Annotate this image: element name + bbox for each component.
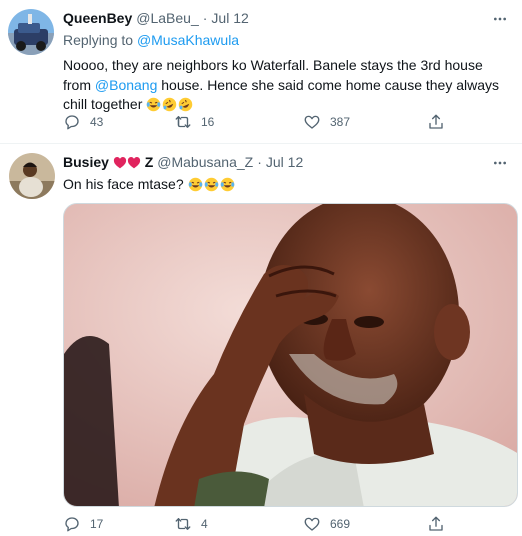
tweet-date[interactable]: Jul 12 xyxy=(266,153,303,172)
heart-icon xyxy=(304,115,320,129)
reply-count: 17 xyxy=(90,517,104,531)
like-count: 387 xyxy=(330,115,351,129)
face-with-tears-of-joy-emoji xyxy=(204,177,218,192)
red-heart-emoji xyxy=(113,156,126,169)
retweet-count: 16 xyxy=(201,115,215,129)
like-button[interactable]: 387 xyxy=(303,113,350,131)
reply-icon xyxy=(65,115,79,130)
tweet-content: QueenBey @LaBeu_ · Jul 12 Replying to @M… xyxy=(63,9,514,115)
share-button[interactable] xyxy=(427,113,454,131)
heart-icon xyxy=(304,517,320,531)
retweet-button[interactable]: 4 xyxy=(174,515,208,533)
man-with-hand-on-forehead-photo xyxy=(64,204,517,506)
tweet-actions: 17 4 669 xyxy=(63,515,453,535)
replying-to-label: Replying to xyxy=(63,32,134,48)
tweet-header: QueenBey @LaBeu_ · Jul 12 xyxy=(63,9,514,28)
tweet[interactable]: Busiey Z @Mabusana_Z · Jul 12 On his fac… xyxy=(0,145,522,536)
tweet-text-part: On his face mtase? xyxy=(63,176,184,192)
display-name-part: Busiey xyxy=(63,154,109,170)
tweet-actions: 43 16 387 xyxy=(63,113,453,133)
mention-link[interactable]: @Bonang xyxy=(95,77,157,93)
face-with-tears-of-joy-emoji xyxy=(220,177,234,192)
display-name[interactable]: QueenBey xyxy=(63,9,132,28)
reply-button[interactable]: 17 xyxy=(63,515,103,533)
tweet-content: Busiey Z @Mabusana_Z · Jul 12 On his fac… xyxy=(63,153,514,195)
display-name[interactable]: Busiey Z xyxy=(63,153,153,172)
retweet-icon xyxy=(175,116,191,128)
avatar[interactable] xyxy=(9,153,55,199)
tweet-date[interactable]: Jul 12 xyxy=(211,9,248,28)
share-button[interactable] xyxy=(427,515,454,533)
rolling-on-the-floor-laughing-emoji xyxy=(163,97,177,112)
face-with-tears-of-joy-emoji xyxy=(188,177,202,192)
reply-icon xyxy=(65,517,79,532)
avatar[interactable] xyxy=(8,9,54,55)
red-heart-emoji xyxy=(127,156,140,169)
separator-dot: · xyxy=(257,154,262,170)
replying-to-mention[interactable]: @MusaKhawula xyxy=(137,32,239,48)
display-name-part: Z xyxy=(144,154,154,170)
reply-count: 43 xyxy=(90,115,104,129)
more-options-icon[interactable] xyxy=(492,155,508,171)
handle[interactable]: @LaBeu_ xyxy=(136,9,198,28)
separator-dot: · xyxy=(202,10,208,26)
rolling-on-the-floor-laughing-emoji xyxy=(179,97,193,112)
share-icon xyxy=(429,516,443,531)
like-button[interactable]: 669 xyxy=(303,515,350,533)
retweet-icon xyxy=(175,518,191,530)
tweet-text: On his face mtase? xyxy=(63,175,514,195)
face-with-tears-of-joy-emoji xyxy=(147,97,161,112)
retweet-count: 4 xyxy=(201,517,208,531)
retweet-button[interactable]: 16 xyxy=(174,113,214,131)
tweet-photo[interactable] xyxy=(63,203,518,507)
more-options-icon[interactable] xyxy=(492,11,508,27)
reply-button[interactable]: 43 xyxy=(63,113,103,131)
handle[interactable]: @Mabusana_Z xyxy=(157,153,253,172)
like-count: 669 xyxy=(330,517,351,531)
tweet-header: Busiey Z @Mabusana_Z · Jul 12 xyxy=(63,153,514,172)
tweet-text: Noooo, they are neighbors ko Waterfall. … xyxy=(63,56,514,115)
tweet[interactable]: QueenBey @LaBeu_ · Jul 12 Replying to @M… xyxy=(0,0,522,144)
share-icon xyxy=(429,114,443,129)
replying-to-line: Replying to @MusaKhawula xyxy=(63,31,514,50)
